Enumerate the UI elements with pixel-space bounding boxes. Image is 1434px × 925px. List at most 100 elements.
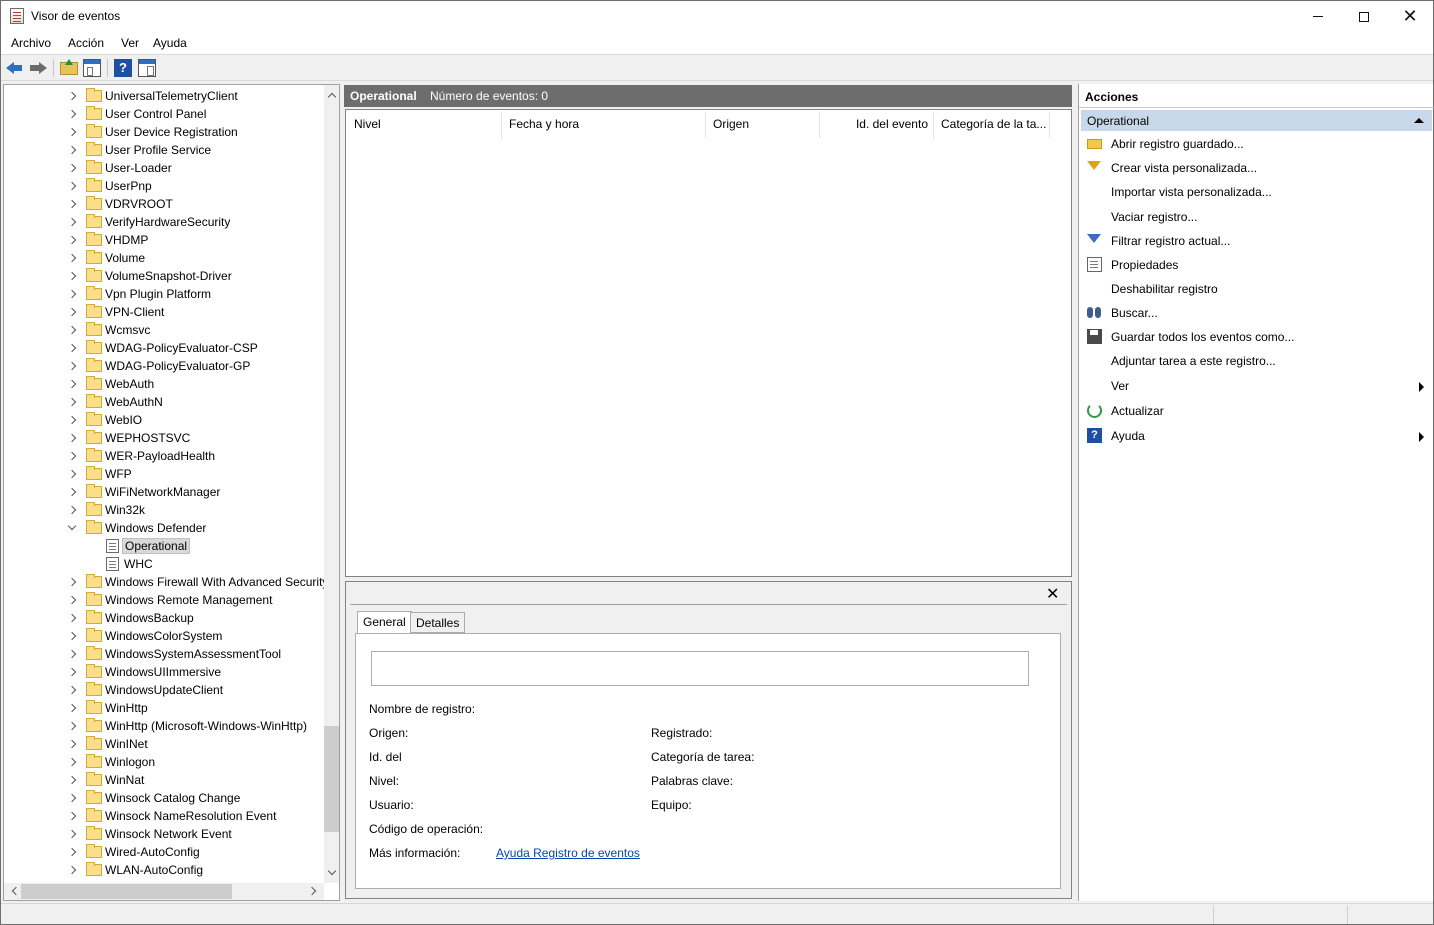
more-info-link[interactable]: Ayuda Registro de eventos bbox=[496, 846, 640, 860]
chevron-right-icon[interactable] bbox=[68, 630, 78, 642]
chevron-right-icon[interactable] bbox=[68, 576, 78, 588]
chevron-right-icon[interactable] bbox=[68, 504, 78, 516]
chevron-right-icon[interactable] bbox=[68, 828, 78, 840]
tree-item[interactable]: WER-PayloadHealth bbox=[4, 447, 322, 465]
scroll-right-icon[interactable] bbox=[306, 883, 323, 900]
action-item[interactable]: Vaciar registro... bbox=[1079, 206, 1434, 228]
chevron-right-icon[interactable] bbox=[68, 666, 78, 678]
event-description-box[interactable] bbox=[371, 651, 1029, 686]
chevron-right-icon[interactable] bbox=[68, 378, 78, 390]
tree-item[interactable]: Winsock Network Event bbox=[4, 825, 322, 843]
tree-item[interactable]: UserPnp bbox=[4, 177, 322, 195]
chevron-right-icon[interactable] bbox=[68, 684, 78, 696]
tree-item[interactable]: WinHttp (Microsoft-Windows-WinHttp) bbox=[4, 717, 322, 735]
menu-accion[interactable]: Acción bbox=[68, 36, 104, 50]
chevron-right-icon[interactable] bbox=[68, 774, 78, 786]
actions-section-operational[interactable]: Operational bbox=[1081, 110, 1432, 131]
chevron-right-icon[interactable] bbox=[68, 162, 78, 174]
column-header-nivel[interactable]: Nivel bbox=[347, 111, 502, 138]
chevron-right-icon[interactable] bbox=[68, 126, 78, 138]
tree-item[interactable]: Winsock Catalog Change bbox=[4, 789, 322, 807]
chevron-right-icon[interactable] bbox=[68, 720, 78, 732]
action-item[interactable]: Actualizar bbox=[1079, 400, 1434, 422]
chevron-right-icon[interactable] bbox=[68, 450, 78, 462]
chevron-down-icon[interactable] bbox=[68, 522, 78, 534]
tree-item[interactable]: WebAuthN bbox=[4, 393, 322, 411]
menu-ayuda[interactable]: Ayuda bbox=[153, 36, 187, 50]
tree-item[interactable]: Volume bbox=[4, 249, 322, 267]
tree-item[interactable]: WiFiNetworkManager bbox=[4, 483, 322, 501]
chevron-right-icon[interactable] bbox=[68, 810, 78, 822]
tree-item[interactable]: VolumeSnapshot-Driver bbox=[4, 267, 322, 285]
menu-ver[interactable]: Ver bbox=[121, 36, 139, 50]
scroll-thumb[interactable] bbox=[21, 884, 232, 899]
action-item[interactable]: Abrir registro guardado... bbox=[1079, 133, 1434, 155]
tree-item[interactable]: WDAG-PolicyEvaluator-CSP bbox=[4, 339, 322, 357]
chevron-right-icon[interactable] bbox=[68, 288, 78, 300]
chevron-right-icon[interactable] bbox=[68, 864, 78, 876]
chevron-right-icon[interactable] bbox=[68, 612, 78, 624]
forward-button[interactable] bbox=[29, 59, 47, 77]
tree-item[interactable]: WindowsSystemAssessmentTool bbox=[4, 645, 322, 663]
chevron-right-icon[interactable] bbox=[68, 108, 78, 120]
tree-item[interactable]: User-Loader bbox=[4, 159, 322, 177]
tree-item[interactable]: WDAG-PolicyEvaluator-GP bbox=[4, 357, 322, 375]
tree-item[interactable]: Wired-AutoConfig bbox=[4, 843, 322, 861]
menu-archivo[interactable]: Archivo bbox=[11, 36, 51, 50]
tree-item[interactable]: Wcmsvc bbox=[4, 321, 322, 339]
tree-item[interactable]: WebIO bbox=[4, 411, 322, 429]
tree-item[interactable]: VDRVROOT bbox=[4, 195, 322, 213]
chevron-right-icon[interactable] bbox=[68, 342, 78, 354]
chevron-right-icon[interactable] bbox=[68, 234, 78, 246]
back-button[interactable] bbox=[6, 59, 24, 77]
tree-item[interactable]: WebAuth bbox=[4, 375, 322, 393]
chevron-right-icon[interactable] bbox=[68, 198, 78, 210]
chevron-right-icon[interactable] bbox=[68, 396, 78, 408]
close-window-button[interactable]: ✕ bbox=[1387, 1, 1433, 32]
chevron-right-icon[interactable] bbox=[68, 144, 78, 156]
tree-vertical-scrollbar[interactable] bbox=[324, 85, 339, 883]
tree-item[interactable]: WindowsUIImmersive bbox=[4, 663, 322, 681]
scroll-down-icon[interactable] bbox=[324, 865, 339, 882]
action-item[interactable]: Buscar... bbox=[1079, 302, 1434, 324]
action-item[interactable]: Ver bbox=[1079, 375, 1434, 397]
column-header-origen[interactable]: Origen bbox=[706, 111, 820, 138]
column-header-id[interactable]: Id. del evento bbox=[820, 111, 934, 138]
chevron-right-icon[interactable] bbox=[68, 594, 78, 606]
tree-item[interactable]: WinINet bbox=[4, 735, 322, 753]
chevron-right-icon[interactable] bbox=[68, 468, 78, 480]
action-item[interactable]: Adjuntar tarea a este registro... bbox=[1079, 350, 1434, 372]
chevron-right-icon[interactable] bbox=[68, 486, 78, 498]
tree-item[interactable]: Winlogon bbox=[4, 753, 322, 771]
minimize-button[interactable] bbox=[1295, 1, 1341, 32]
tree-item[interactable]: Win32k bbox=[4, 501, 322, 519]
tree-item[interactable]: VHDMP bbox=[4, 231, 322, 249]
action-item[interactable]: Propiedades bbox=[1079, 254, 1434, 276]
tab-general[interactable]: General bbox=[357, 611, 412, 634]
tree-item[interactable]: User Profile Service bbox=[4, 141, 322, 159]
collapse-caret-icon[interactable] bbox=[1414, 118, 1424, 123]
tree-item[interactable]: Windows Firewall With Advanced Security bbox=[4, 573, 328, 591]
tree-item[interactable]: WinNat bbox=[4, 771, 322, 789]
close-details-icon[interactable]: ✕ bbox=[1046, 584, 1059, 604]
chevron-right-icon[interactable] bbox=[68, 306, 78, 318]
chevron-right-icon[interactable] bbox=[68, 738, 78, 750]
action-item[interactable]: Guardar todos los eventos como... bbox=[1079, 326, 1434, 348]
scroll-thumb[interactable] bbox=[324, 726, 339, 832]
event-list[interactable]: Nivel Fecha y hora Origen Id. del evento… bbox=[345, 109, 1072, 577]
tree-item[interactable]: Winsock NameResolution Event bbox=[4, 807, 322, 825]
tree-item[interactable]: Operational bbox=[4, 537, 322, 555]
chevron-right-icon[interactable] bbox=[68, 756, 78, 768]
chevron-right-icon[interactable] bbox=[68, 648, 78, 660]
action-item[interactable]: Importar vista personalizada... bbox=[1079, 181, 1434, 203]
maximize-button[interactable] bbox=[1341, 1, 1387, 32]
tab-detalles[interactable]: Detalles bbox=[410, 612, 466, 633]
chevron-right-icon[interactable] bbox=[68, 180, 78, 192]
chevron-right-icon[interactable] bbox=[68, 360, 78, 372]
show-hide-actions-icon[interactable] bbox=[138, 59, 156, 77]
tree-item[interactable]: Windows Defender bbox=[4, 519, 322, 537]
tree-item[interactable]: WLAN-AutoConfig bbox=[4, 861, 322, 879]
tree-item[interactable]: UniversalTelemetryClient bbox=[4, 87, 322, 105]
chevron-right-icon[interactable] bbox=[68, 324, 78, 336]
tree-horizontal-scrollbar[interactable] bbox=[4, 883, 324, 900]
